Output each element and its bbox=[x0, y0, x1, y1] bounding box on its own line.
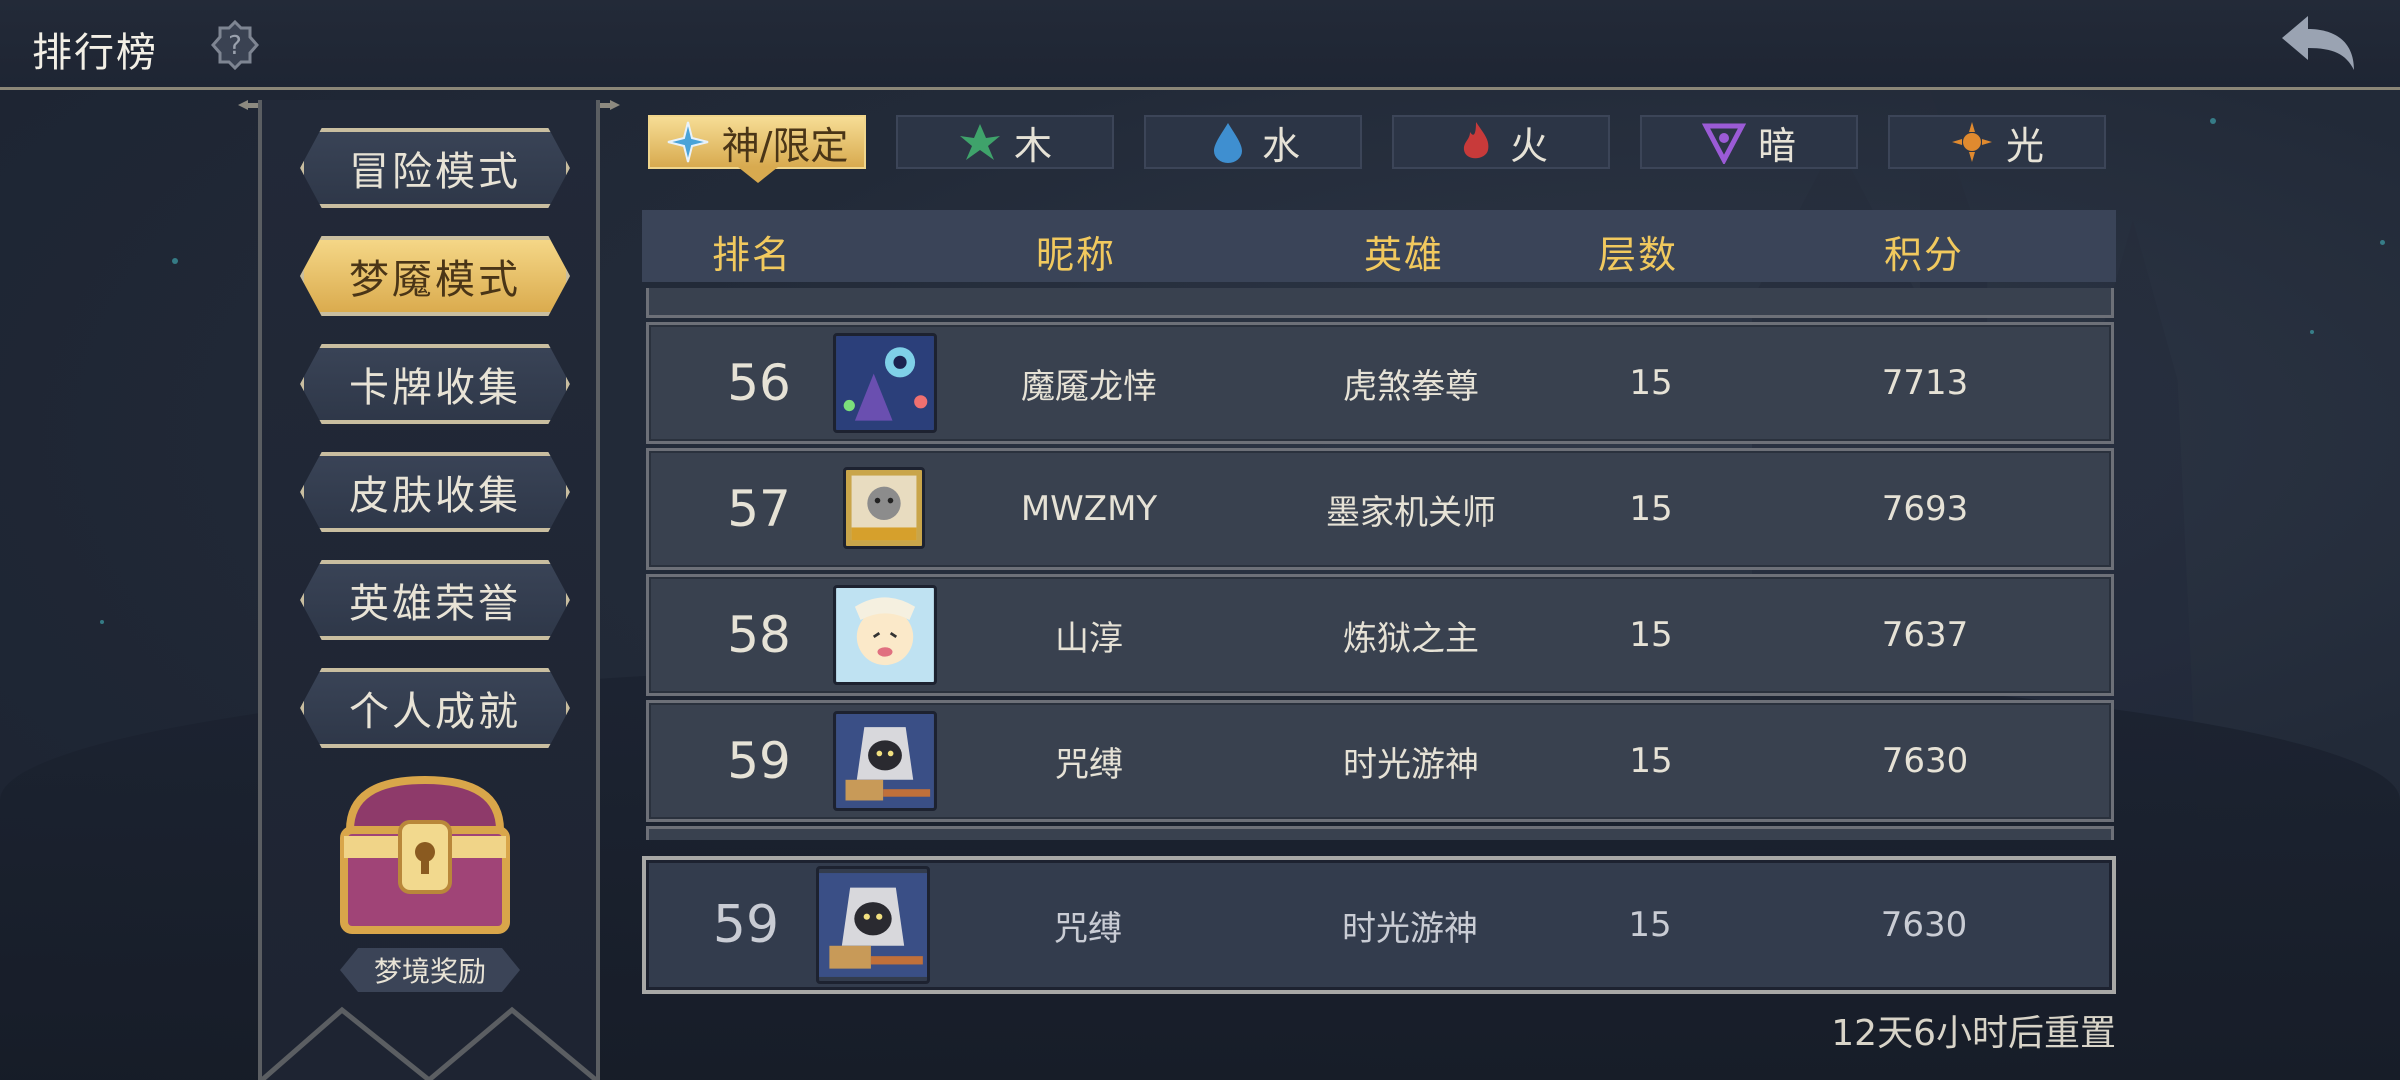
rank-cell: 56 bbox=[727, 354, 791, 412]
score-cell: 7713 bbox=[1881, 363, 1969, 403]
column-nickname: 昵称 bbox=[1035, 233, 1117, 277]
tab-label: 光 bbox=[2005, 123, 2044, 168]
column-rank: 排名 bbox=[711, 233, 793, 277]
fire-icon bbox=[1463, 122, 1489, 159]
banner-tail bbox=[262, 1006, 596, 1080]
score-cell: 7637 bbox=[1881, 615, 1969, 655]
sun-icon bbox=[1951, 122, 1992, 162]
my-avatar bbox=[816, 866, 930, 984]
tab-label: 神/限定 bbox=[721, 123, 849, 168]
sidebar-item-skin-collection[interactable]: 皮肤收集 bbox=[300, 452, 570, 532]
tab-label: 暗 bbox=[1757, 123, 1796, 168]
table-row[interactable]: 58 山淳 炼狱之主 15 7637 bbox=[646, 574, 2114, 696]
page-title: 排行榜 bbox=[32, 30, 158, 76]
my-score-cell: 7630 bbox=[1880, 905, 1968, 945]
leaderboard-header: 排名 昵称 英雄 层数 积分 bbox=[642, 210, 2116, 282]
player-avatar bbox=[843, 467, 925, 549]
my-hero-cell: 时光游神 bbox=[1342, 908, 1478, 949]
table-row-partial bbox=[646, 288, 2114, 318]
my-floors-cell: 15 bbox=[1628, 905, 1672, 945]
column-floors: 层数 bbox=[1597, 233, 1679, 277]
sidebar-item-label: 英雄荣誉 bbox=[349, 581, 521, 627]
top-bar: 排行榜 ? bbox=[0, 0, 2400, 90]
sidebar-item-card-collection[interactable]: 卡牌收集 bbox=[300, 344, 570, 424]
table-row[interactable]: 57 MWZMY 墨家机关师 15 7693 bbox=[646, 448, 2114, 570]
hero-cell: 虎煞拳尊 bbox=[1343, 366, 1479, 407]
sidebar-item-adventure[interactable]: 冒险模式 bbox=[300, 128, 570, 208]
column-hero: 英雄 bbox=[1363, 233, 1445, 277]
sidebar-item-label: 冒险模式 bbox=[349, 149, 521, 195]
treasure-chest-icon[interactable] bbox=[330, 770, 520, 950]
column-score: 积分 bbox=[1883, 233, 1965, 277]
rank-cell: 59 bbox=[727, 732, 791, 790]
floors-cell: 15 bbox=[1629, 363, 1673, 403]
table-row[interactable]: 56 魔魇龙悻 虎煞拳尊 15 7713 bbox=[646, 322, 2114, 444]
tab-light[interactable]: 光 bbox=[1888, 115, 2106, 169]
sidebar-item-label: 个人成就 bbox=[349, 689, 521, 735]
tab-water[interactable]: 水 bbox=[1144, 115, 1362, 169]
sidebar-item-label: 皮肤收集 bbox=[349, 473, 521, 519]
tab-label: 水 bbox=[1261, 123, 1300, 168]
hero-cell: 时光游神 bbox=[1343, 744, 1479, 785]
sidebar-item-hero-honor[interactable]: 英雄荣誉 bbox=[300, 560, 570, 640]
divine-star-icon bbox=[667, 121, 708, 163]
tab-dark[interactable]: 暗 bbox=[1640, 115, 1858, 169]
table-row[interactable]: 59 咒缚 时光游神 15 7630 bbox=[646, 700, 2114, 822]
dream-reward-label[interactable]: 梦境奖励 bbox=[340, 948, 520, 992]
sidebar-item-nightmare[interactable]: 梦魇模式 bbox=[300, 236, 570, 316]
nickname-cell: 咒缚 bbox=[1055, 744, 1123, 785]
leaf-icon bbox=[959, 124, 1000, 160]
player-avatar bbox=[833, 585, 937, 685]
dark-triangle-icon bbox=[1701, 123, 1746, 164]
my-rank-row[interactable]: 59 咒缚 时光游神 15 7630 bbox=[642, 856, 2116, 994]
floors-cell: 15 bbox=[1629, 741, 1673, 781]
sidebar-item-achievements[interactable]: 个人成就 bbox=[300, 668, 570, 748]
table-row-partial bbox=[646, 826, 2114, 840]
rank-cell: 57 bbox=[727, 480, 791, 538]
svg-text:?: ? bbox=[228, 31, 242, 61]
nickname-cell: 山淳 bbox=[1055, 618, 1123, 659]
tab-fire[interactable]: 火 bbox=[1392, 115, 1610, 169]
question-badge-icon[interactable]: ? bbox=[210, 20, 260, 70]
floors-cell: 15 bbox=[1629, 489, 1673, 529]
my-nickname-cell: 咒缚 bbox=[1054, 908, 1122, 949]
sidebar-item-label: 梦魇模式 bbox=[349, 257, 521, 303]
score-cell: 7630 bbox=[1881, 741, 1969, 781]
tab-divine-limited[interactable]: 神/限定 bbox=[648, 115, 866, 183]
score-cell: 7693 bbox=[1881, 489, 1969, 529]
hero-cell: 炼狱之主 bbox=[1343, 618, 1479, 659]
my-rank-cell: 59 bbox=[712, 895, 780, 955]
hero-cell: 墨家机关师 bbox=[1326, 492, 1496, 533]
tab-label: 木 bbox=[1013, 123, 1052, 168]
floors-cell: 15 bbox=[1629, 615, 1673, 655]
nickname-cell: MWZMY bbox=[1020, 489, 1158, 529]
player-avatar bbox=[833, 711, 937, 811]
rank-cell: 58 bbox=[727, 606, 791, 664]
sidebar-item-label: 卡牌收集 bbox=[349, 365, 521, 411]
water-drop-icon bbox=[1213, 123, 1242, 163]
player-avatar bbox=[833, 333, 937, 433]
tab-label: 火 bbox=[1509, 123, 1548, 168]
reset-countdown: 12天6小时后重置 bbox=[1831, 1013, 2116, 1054]
tab-wood[interactable]: 木 bbox=[896, 115, 1114, 169]
return-arrow-icon[interactable] bbox=[2278, 14, 2358, 74]
nickname-cell: 魔魇龙悻 bbox=[1021, 366, 1157, 407]
